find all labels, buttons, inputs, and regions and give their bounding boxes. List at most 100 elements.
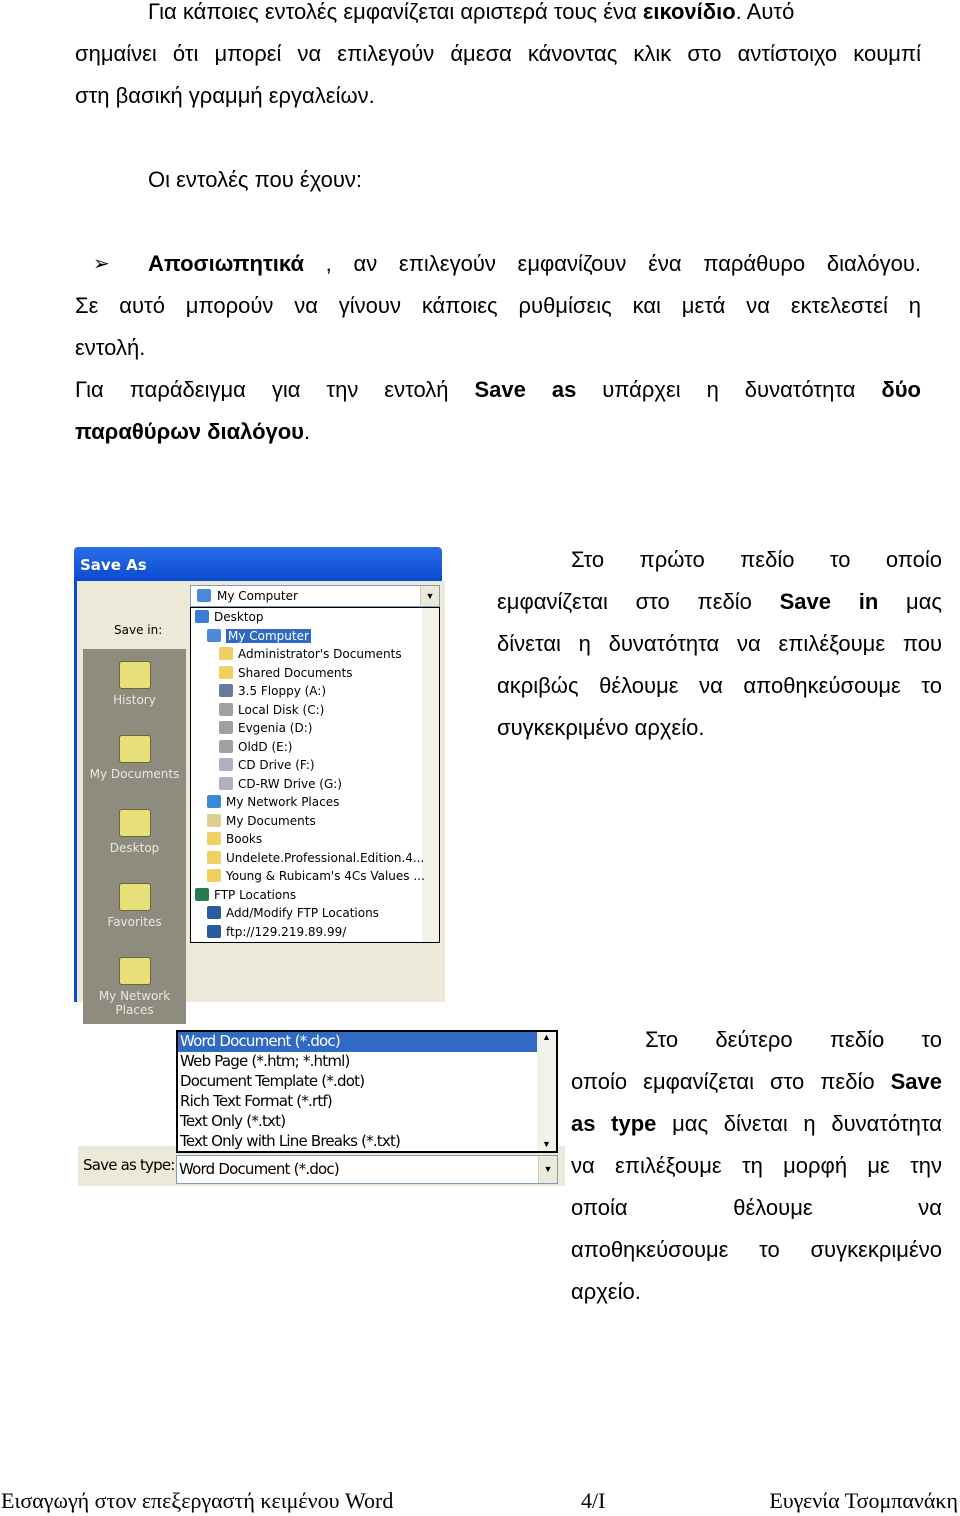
favorites-icon [118,883,151,911]
location-label: My Computer [226,628,311,643]
location-item[interactable]: My Network Places [207,795,339,813]
scroll-up-icon[interactable]: ▲ [537,1032,556,1042]
location-item[interactable]: Undelete.Professional.Edition.4... [207,850,424,869]
place-label: Favorites [107,915,162,929]
place-my-documents[interactable]: My Documents [83,735,186,781]
bold-text: Αποσιωπητικά [148,251,304,276]
arrowhead-bullet-icon: ➢ [93,253,110,275]
intro-line: στη βασική γραμμή εργαλείων. [75,83,375,108]
file-type-option[interactable]: Web Page (*.htm; *.html) [178,1052,556,1072]
location-item[interactable]: Books [207,832,262,850]
location-icon [219,739,233,753]
save-as-type-combo[interactable]: Word Document (*.doc) ▼ [176,1155,558,1184]
bold-text: as type [571,1111,657,1136]
location-item[interactable]: Desktop [195,610,264,628]
col2-line: αρχείο. [571,1279,641,1304]
location-label: Administrator's Documents [238,647,402,661]
bold-text: Save [890,1069,942,1094]
location-icon [219,758,233,771]
dialog-title: Save As [74,547,442,581]
location-item[interactable]: Young & Rubicam's 4Cs Values ... [207,869,425,887]
bullet-line: Για παράδειγμα για την εντολή Save as υπ… [75,369,921,411]
location-item[interactable]: Administrator's Documents [219,647,402,665]
text: Για παράδειγμα για την εντολή [75,377,475,402]
place-label: Desktop [109,841,160,855]
bullet-line: παραθύρων διαλόγου. [75,411,310,453]
location-icon [207,869,221,882]
location-icon [219,665,233,679]
save-in-combo[interactable]: My Computer ▼ [190,585,440,607]
save-as-type-screenshot: Save as type: Word Document (*.doc) Web P… [78,1028,565,1186]
location-item[interactable]: FTP Locations [195,887,297,906]
place-my-network-places[interactable]: My Network Places [83,957,186,1017]
col1-line: εμφανίζεται στο πεδίο Save in μας [497,581,942,623]
location-label: Local Disk (C:) [238,702,325,717]
text: . [304,419,311,444]
location-label: Add/Modify FTP Locations [226,906,379,920]
location-icon [219,776,233,790]
location-item[interactable]: 3.5 Floppy (A:) [219,684,326,702]
location-item[interactable]: My Documents [207,813,316,832]
location-icon [195,610,209,623]
bold-text: Save in [779,589,879,614]
save-in-dropdown-list: Desktop My Computer Administrator's Docume… [190,607,440,943]
places-bar: History My Documents Desktop Favorites My Ne… [83,649,186,1024]
location-item[interactable]: Shared Documents [219,665,353,684]
location-item[interactable]: OldD (E:) [219,739,292,758]
location-icon [207,628,221,642]
location-label: Shared Documents [238,665,353,680]
col2-line: αποθηκεύσουμε το συγκεκριμένο [571,1237,942,1262]
place-favorites[interactable]: Favorites [83,883,186,929]
intro-line: σημαίνει ότι μπορεί να επιλεγούν άμεσα κ… [75,41,921,66]
location-label: 3.5 Floppy (A:) [238,684,327,698]
footer-left: Εισαγωγή στον επεξεργαστή κειμένου Word [1,1488,394,1513]
file-type-option[interactable]: Document Template (*.dot) [178,1072,556,1092]
location-icon [219,647,233,660]
location-icon [207,906,221,919]
text: μας δίνεται η δυνατότητα [656,1111,942,1136]
col1-line: Στο πρώτο πεδίο το οποίο [571,547,942,572]
dropdown-arrow-icon[interactable]: ▼ [538,1156,557,1183]
col2-line: να επιλέξουμε τη μορφή με την [571,1153,942,1178]
location-label: FTP Locations [214,887,297,902]
dropdown-arrow-icon[interactable]: ▼ [420,586,439,606]
scrollbar[interactable]: ▲ ▼ [537,1032,556,1151]
scroll-down-icon[interactable]: ▼ [537,1139,556,1149]
col2-line: as type μας δίνεται η δυνατότητα [571,1103,942,1145]
intro-line: Για κάποιες εντολές εμφανίζεται αριστερά… [148,0,794,33]
location-icon [207,813,221,827]
save-as-dialog-screenshot: Save As Save in: History My Documents Desk… [74,547,445,1024]
location-label: Young & Rubicam's 4Cs Values ... [226,869,425,883]
location-item[interactable]: Local Disk (C:) [219,702,325,721]
text: Για κάποιες εντολές εμφανίζεται αριστερά… [148,0,643,24]
place-desktop[interactable]: Desktop [83,809,186,855]
file-type-option[interactable]: Text Only with Line Breaks (*.txt) [178,1132,556,1152]
location-item[interactable]: My Computer [207,628,311,647]
location-item[interactable]: ftp://129.219.89.99/ [207,924,346,943]
col2-line: οποίο εμφανίζεται στο πεδίο Save [571,1061,942,1103]
text: μας [878,589,943,614]
bullet-line: εντολή. [75,335,146,360]
text: . Αυτό [735,0,795,24]
col1-line: δίνεται η δυνατότητα να επιλέξουμε που [497,631,942,656]
save-in-value: My Computer [217,589,298,603]
text: , αν επιλεγούν εμφανίζουν ένα παράθυρο δ… [303,251,921,276]
scrollbar[interactable] [422,608,439,942]
text: υπάρχει η δυνατότητα [576,377,882,402]
location-icon [207,832,221,845]
file-type-option[interactable]: Word Document (*.doc) [178,1032,537,1052]
my-documents-icon [118,735,151,763]
location-item[interactable]: CD Drive (F:) [219,758,315,776]
location-item[interactable]: CD-RW Drive (G:) [219,776,342,795]
history-icon [118,661,151,689]
location-icon [207,850,221,864]
location-item[interactable]: Add/Modify FTP Locations [207,906,379,924]
place-history[interactable]: History [83,661,186,707]
file-type-option[interactable]: Text Only (*.txt) [178,1112,556,1132]
file-type-option[interactable]: Rich Text Format (*.rtf) [178,1092,556,1112]
location-icon [219,684,233,697]
location-label: CD Drive (F:) [238,758,315,772]
location-item[interactable]: Evgenia (D:) [219,721,312,739]
location-icon [195,887,209,901]
text: εμφανίζεται στο πεδίο [497,589,780,614]
